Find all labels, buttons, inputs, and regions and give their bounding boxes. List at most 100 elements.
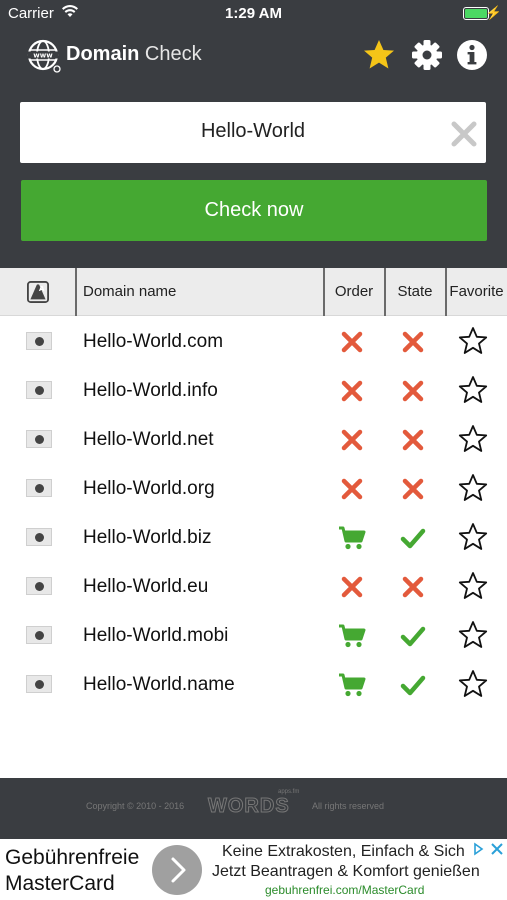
favorite-star-icon[interactable] [458,473,488,503]
ad-close-icon[interactable] [489,841,505,857]
clock: 1:29 AM [225,5,282,22]
globe-icon [26,675,52,693]
favorite-star-icon[interactable] [458,571,488,601]
cross-icon [402,380,424,402]
domain-name: Hello-World.org [83,478,215,499]
ad-banner[interactable]: Gebührenfreie MasterCard Keine Extrakost… [0,839,507,900]
star-outline-icon [458,670,488,697]
settings-gear-icon[interactable] [410,38,444,72]
check-icon [400,626,426,647]
cross-icon [402,478,424,500]
column-divider [75,268,77,316]
status-bar: Carrier 1:29 AM ⚡ [0,0,507,28]
state-cell [400,672,426,698]
check-now-button[interactable]: Check now [21,180,487,241]
translate-icon: A [27,281,49,303]
cart-icon [339,624,366,648]
star-outline-icon [458,327,488,354]
state-cell [400,329,426,355]
globe-icon [26,626,52,644]
star-outline-icon [458,425,488,452]
order-cell[interactable] [338,574,366,600]
domain-name: Hello-World.com [83,331,224,352]
table-row[interactable]: Hello-World.eu [0,562,507,611]
ad-text-line2: Jetzt Beantragen & Komfort genießen [212,863,480,880]
cross-icon [341,576,363,598]
adchoices-icon[interactable] [470,841,486,857]
header-icon-cell: A [0,268,76,316]
star-outline-icon [458,572,488,599]
clear-icon[interactable] [450,120,478,148]
rights-text: All rights reserved [312,801,385,811]
table-row[interactable]: Hello-World.com [0,317,507,366]
cross-icon [341,478,363,500]
favorite-star-icon[interactable] [458,522,488,552]
star-outline-icon [458,474,488,501]
favorite-star-icon[interactable] [458,669,488,699]
star-outline-icon [458,621,488,648]
globe-icon [26,381,52,399]
globe-icon [26,332,52,350]
cross-icon [341,331,363,353]
table-row[interactable]: Hello-World.net [0,415,507,464]
globe-icon [26,479,52,497]
ad-headline-line2: MasterCard [5,872,115,895]
column-state[interactable]: State [385,268,445,316]
ad-headline-line1: Gebührenfreie [5,846,140,869]
ad-url[interactable]: gebuhrenfrei.com/MasterCard [265,883,424,897]
favorites-star-icon[interactable] [362,38,396,72]
domain-name: Hello-World.biz [83,527,212,548]
app-header: www Domain Check Hello-World Check now [0,28,507,268]
order-cell[interactable] [338,329,366,355]
cross-icon [341,429,363,451]
domain-name: Hello-World.mobi [83,625,229,646]
order-cell[interactable] [338,623,366,649]
order-cell[interactable] [338,476,366,502]
cross-icon [402,576,424,598]
ad-open-button[interactable] [152,845,202,895]
svg-text:www: www [33,52,53,60]
state-cell [400,525,426,551]
order-cell[interactable] [338,672,366,698]
column-order[interactable]: Order [324,268,384,316]
order-cell[interactable] [338,525,366,551]
star-outline-icon [458,523,488,550]
ad-headline: Gebührenfreie MasterCard [5,845,139,897]
domain-search-input[interactable]: Hello-World [20,102,486,163]
state-cell [400,476,426,502]
favorite-star-icon[interactable] [458,326,488,356]
table-row[interactable]: Hello-World.biz [0,513,507,562]
star-outline-icon [458,376,488,403]
domain-name: Hello-World.net [83,429,214,450]
table-row[interactable]: Hello-World.info [0,366,507,415]
table-row[interactable]: Hello-World.org [0,464,507,513]
cross-icon [402,429,424,451]
table-row[interactable]: Hello-World.mobi [0,611,507,660]
favorite-star-icon[interactable] [458,375,488,405]
cart-icon [339,673,366,697]
favorite-star-icon[interactable] [458,424,488,454]
cart-icon [339,526,366,550]
state-cell [400,378,426,404]
cross-icon [341,380,363,402]
state-cell [400,623,426,649]
check-icon [400,528,426,549]
table-row[interactable]: Hello-World.name [0,660,507,709]
favorite-star-icon[interactable] [458,620,488,650]
order-cell[interactable] [338,427,366,453]
order-cell[interactable] [338,378,366,404]
column-favorite[interactable]: Favorite [446,268,507,316]
cross-icon [402,331,424,353]
table-header: A Domain name Order State Favorite [0,268,507,316]
state-cell [400,427,426,453]
brand-logo: WORDS [208,795,290,818]
domain-name: Hello-World.name [83,674,235,695]
app-title: Domain Check [66,43,202,66]
check-icon [400,675,426,696]
globe-icon [26,430,52,448]
globe-icon [26,528,52,546]
brand-subtitle: apps.fm [278,789,300,795]
info-icon[interactable] [455,38,489,72]
svg-text:A: A [39,284,45,293]
column-domain-name[interactable]: Domain name [83,268,176,316]
